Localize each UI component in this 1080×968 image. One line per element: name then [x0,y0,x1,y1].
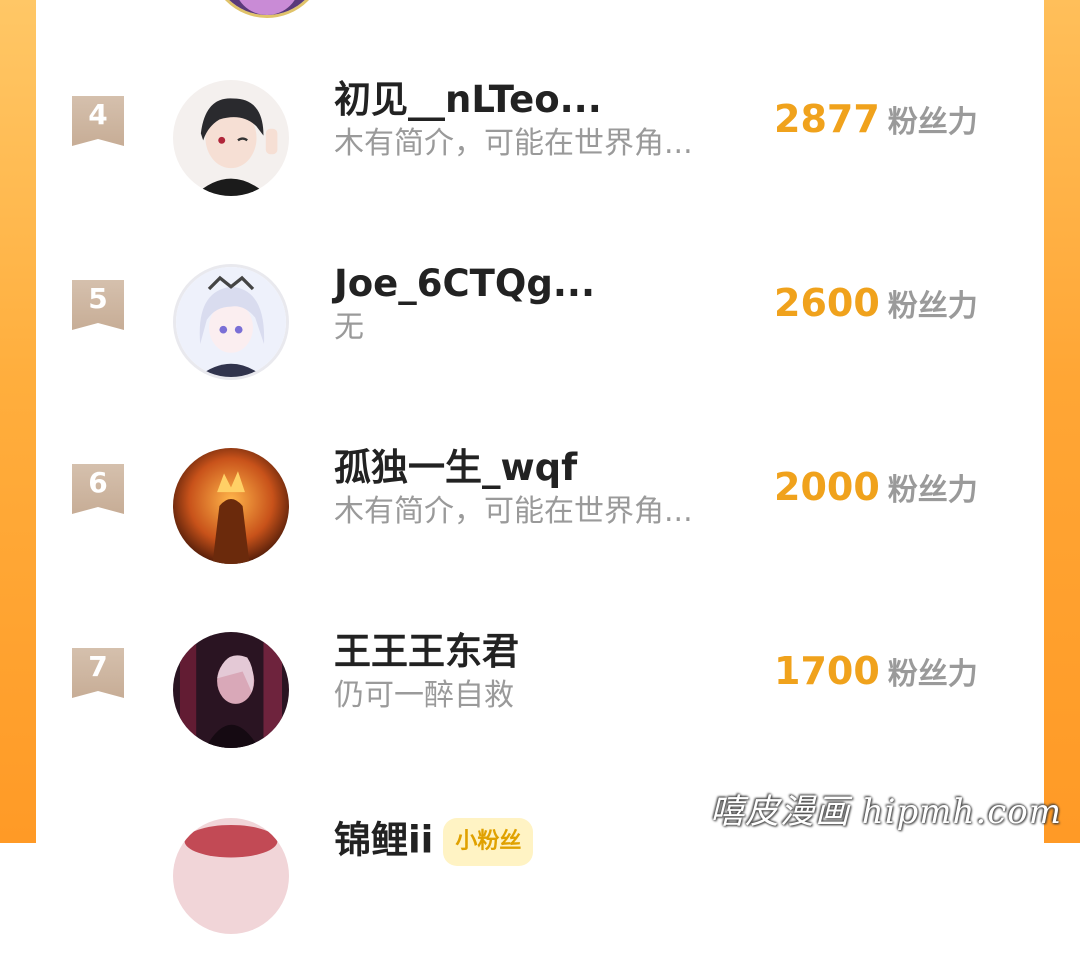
fan-power: 2877 粉丝力 [774,98,978,148]
leaderboard-card: 4 初见__nLTeo... 木有简介，可能在世界角... 2877粉丝力 5 [36,0,1044,934]
avatar[interactable] [173,632,289,748]
fan-power: 2600 粉丝力 [774,282,978,332]
user-bio: 木有简介，可能在世界角... [334,126,693,161]
user-bio: 仍可一醉自救 [334,678,514,713]
fan-power-value: 2600 [774,281,880,325]
list-item[interactable]: 5 Joe_6CTQg... 无 2600 粉丝力 [36,262,1044,414]
user-name[interactable]: 孤独一生_wqf [334,446,754,490]
avatar[interactable] [173,80,289,196]
fan-power-value: 1700 [774,649,880,693]
fan-power: 2000 粉丝力 [774,466,978,516]
list-item[interactable]: 锦鲤ii 小粉丝 [36,818,1044,968]
fan-level-badge: 小粉丝 [443,818,534,866]
user-name[interactable]: 初见__nLTeo... [334,78,754,122]
fan-power: 1700 粉丝力 [774,650,978,700]
rank-badge: 7 [72,648,124,698]
user-name-text: 锦鲤ii [334,818,434,862]
fan-power-value: 2000 [774,465,880,509]
fan-power-unit: 粉丝力 [887,473,978,508]
avatar[interactable] [173,818,289,934]
rank-badge: 5 [72,280,124,330]
fan-power-unit: 粉丝力 [887,289,978,324]
user-name[interactable]: 锦鲤ii 小粉丝 [334,818,754,866]
fan-power-value: 2877 [774,97,880,141]
avatar[interactable] [209,0,325,18]
fan-power-unit: 粉丝力 [887,657,978,692]
left-orange-border [0,0,36,843]
list-item[interactable]: 4 初见__nLTeo... 木有简介，可能在世界角... 2877 粉丝力 [36,78,1044,230]
rank-badge: 6 [72,464,124,514]
rank-badge: 4 [72,96,124,146]
user-bio: 木有简介，可能在世界角... [334,494,693,529]
list-item[interactable]: 6 孤独一生_wqf 木有简介，可能在世界角... 2000 粉丝力 [36,446,1044,598]
user-name[interactable]: Joe_6CTQg... [334,262,754,306]
user-bio: 无 [334,310,364,345]
user-name[interactable]: 王王王东君 [334,630,754,674]
avatar[interactable] [173,448,289,564]
watermark: 嘻皮漫画 hipmh.com [709,792,1062,832]
right-orange-border [1044,0,1080,843]
avatar[interactable] [173,264,289,380]
fan-power-unit: 粉丝力 [887,105,978,140]
list-item[interactable]: 7 王王王东君 仍可一醉自救 1700 粉丝力 [36,630,1044,782]
